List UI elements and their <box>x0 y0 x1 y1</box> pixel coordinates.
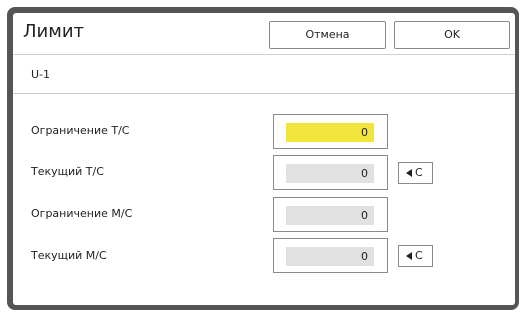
row-label-limit-mc: Ограничение М/С <box>31 207 133 220</box>
row-label-current-tc: Текущий Т/С <box>31 165 104 178</box>
limit-dialog: Лимит Отмена OK U-1 Ограничение Т/С 0 Те… <box>13 13 515 305</box>
current-tc-value: 0 <box>286 164 374 183</box>
left-triangle-icon <box>406 252 412 260</box>
limit-mc-value: 0 <box>286 206 374 225</box>
limit-tc-field[interactable]: 0 <box>273 114 388 149</box>
clear-label: C <box>415 166 423 179</box>
clear-current-mc-button[interactable]: C <box>398 245 433 267</box>
dialog-header: Лимит Отмена OK <box>13 13 515 55</box>
clear-label: C <box>415 249 423 262</box>
current-mc-field[interactable]: 0 <box>273 238 388 273</box>
page-title: Лимит <box>23 21 84 42</box>
current-tc-field[interactable]: 0 <box>273 155 388 190</box>
current-mc-value: 0 <box>286 247 374 266</box>
limit-tc-value: 0 <box>286 123 374 142</box>
clear-current-tc-button[interactable]: C <box>398 162 433 184</box>
counter-id: U-1 <box>31 68 51 81</box>
cancel-button[interactable]: Отмена <box>269 21 386 49</box>
left-triangle-icon <box>406 169 412 177</box>
row-label-current-mc: Текущий М/С <box>31 249 107 262</box>
settings-area: Ограничение Т/С 0 Текущий Т/С 0 C Ограни… <box>13 93 515 305</box>
limit-mc-field[interactable]: 0 <box>273 197 388 232</box>
row-label-limit-tc: Ограничение Т/С <box>31 124 130 137</box>
ok-button[interactable]: OK <box>394 21 510 49</box>
